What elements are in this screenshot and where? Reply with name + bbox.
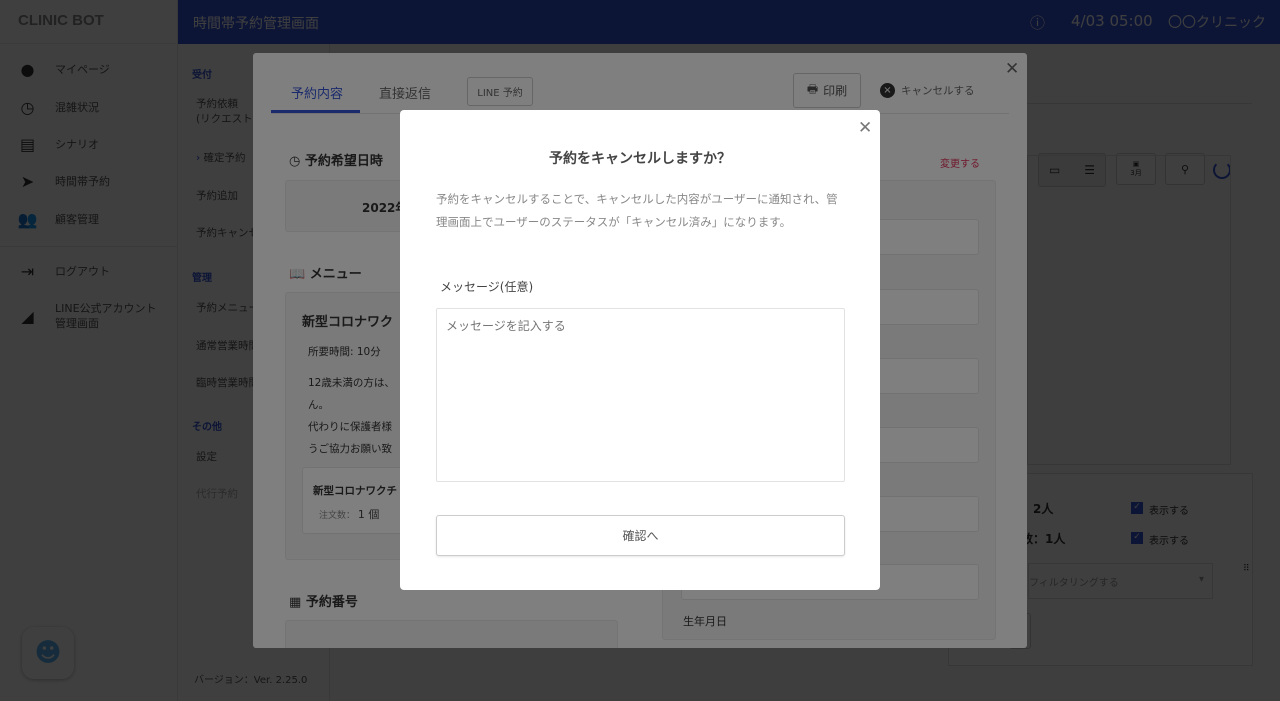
close-icon[interactable]: ✕ — [858, 118, 872, 138]
message-label: メッセージ(任意) — [440, 280, 534, 294]
confirm-button[interactable]: 確認へ — [436, 515, 845, 556]
cancel-confirm-dialog: ✕ 予約をキャンセルしますか？ 予約をキャンセルすることで、キャンセルした内容が… — [400, 110, 880, 590]
dialog-title: 予約をキャンセルしますか？ — [549, 151, 731, 167]
dialog-description: 予約をキャンセルすることで、キャンセルした内容がユーザーに通知され、管理画面上で… — [436, 192, 838, 229]
message-textarea[interactable] — [436, 308, 845, 482]
